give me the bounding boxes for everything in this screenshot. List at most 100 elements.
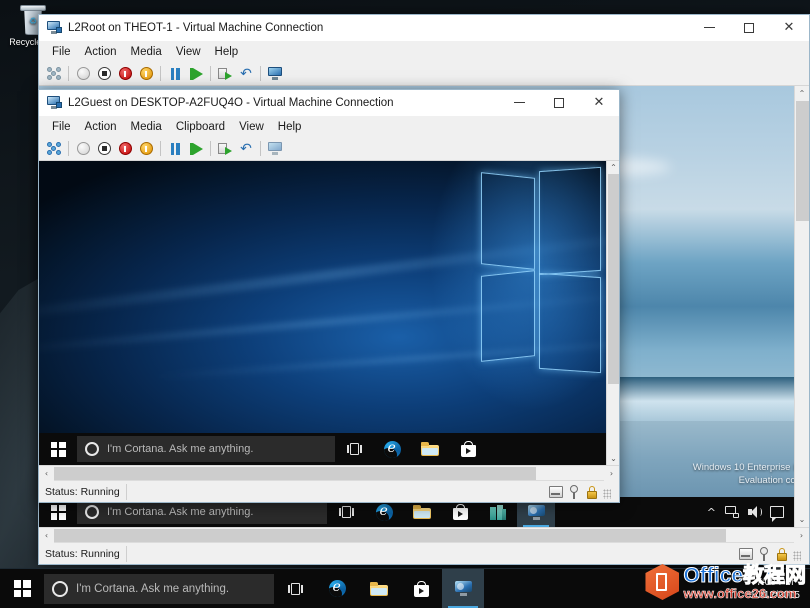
inner-titlebar[interactable]: L2Guest on DESKTOP-A2FUQ4O - Virtual Mac… [39, 90, 619, 116]
edge-icon [383, 440, 401, 458]
scroll-left-button[interactable]: ‹ [39, 527, 54, 543]
outer-minimize-button[interactable] [689, 15, 729, 40]
inner-menu-action[interactable]: Action [78, 119, 124, 135]
scroll-down-button[interactable]: ⌄ [794, 512, 809, 527]
outer-menu-view[interactable]: View [169, 44, 208, 60]
watermark-line-1: Windows 10 Enterprise In [692, 462, 801, 473]
inner-menu-view[interactable]: View [232, 119, 271, 135]
inner-maximize-button[interactable] [539, 90, 579, 115]
ctrl-alt-delete-icon[interactable] [44, 64, 64, 84]
outer-menu-media[interactable]: Media [124, 44, 169, 60]
horizontal-scroll-thumb[interactable] [54, 467, 536, 480]
scroll-right-button[interactable]: › [794, 527, 809, 543]
screen-resolution-icon[interactable] [549, 485, 563, 499]
start-icon[interactable] [73, 139, 93, 159]
outer-menu-file[interactable]: File [45, 44, 78, 60]
turn-off-icon[interactable] [115, 64, 135, 84]
vertical-scroll-thumb[interactable] [796, 101, 809, 221]
taskbar-edge-button[interactable] [373, 433, 411, 465]
reset-icon[interactable] [136, 64, 156, 84]
outer-vertical-scrollbar[interactable]: ⌃ ⌄ [794, 86, 809, 527]
inner-horizontal-scrollbar[interactable]: ‹ › [39, 465, 619, 481]
inner-menu-help[interactable]: Help [271, 119, 309, 135]
inner-vm-video-area[interactable]: I'm Cortana. Ask me anything. ⌃ ⌄ [39, 161, 619, 465]
inner-menu-media[interactable]: Media [124, 119, 169, 135]
shut-down-icon[interactable] [94, 139, 114, 159]
resume-icon[interactable] [186, 139, 206, 159]
enhanced-session-icon[interactable] [265, 139, 285, 159]
taskbar-store-button[interactable] [449, 433, 487, 465]
outer-menu-help[interactable]: Help [208, 44, 246, 60]
host-taskbar[interactable]: I'm Cortana. Ask me anything. 7:08 PM 10… [0, 568, 810, 608]
checkpoint-icon[interactable] [215, 64, 235, 84]
taskbar-store-button[interactable] [400, 569, 442, 608]
host-clock[interactable]: 7:08 PM 10/12/2015 [750, 576, 810, 602]
inner-close-button[interactable]: ✕ [579, 90, 619, 115]
taskbar-file-explorer-button[interactable] [358, 569, 400, 608]
cortana-search-input[interactable]: I'm Cortana. Ask me anything. [77, 436, 335, 462]
lock-icon[interactable] [775, 547, 789, 561]
reset-icon[interactable] [136, 139, 156, 159]
outer-maximize-button[interactable] [729, 15, 769, 40]
inner-minimize-button[interactable] [499, 90, 539, 115]
resize-grip[interactable] [793, 550, 801, 561]
key-combination-icon[interactable] [757, 546, 771, 561]
taskbar-task-view-button[interactable] [274, 569, 316, 608]
revert-icon[interactable]: ↶ [236, 139, 256, 159]
outer-menubar[interactable]: File Action Media View Help [39, 41, 809, 62]
outer-close-button[interactable]: ✕ [769, 15, 809, 40]
key-combination-icon[interactable] [567, 484, 581, 499]
volume-icon[interactable] [748, 506, 762, 518]
resize-grip[interactable] [603, 488, 611, 499]
pause-icon[interactable] [165, 139, 185, 159]
outer-titlebar[interactable]: L2Root on THEOT-1 - Virtual Machine Conn… [39, 15, 809, 41]
start-icon[interactable] [73, 64, 93, 84]
inner-menu-file[interactable]: File [45, 119, 78, 135]
host-start-button[interactable] [0, 569, 44, 608]
outer-menu-action[interactable]: Action [78, 44, 124, 60]
scroll-up-button[interactable]: ⌃ [607, 161, 619, 174]
host-cortana-search-input[interactable]: I'm Cortana. Ask me anything. [44, 573, 274, 604]
turn-off-icon[interactable] [115, 139, 135, 159]
inner-menubar[interactable]: File Action Media Clipboard View Help [39, 116, 619, 137]
revert-icon[interactable]: ↶ [236, 64, 256, 84]
inner-guest-taskbar[interactable]: I'm Cortana. Ask me anything. [39, 433, 606, 465]
scroll-left-button[interactable]: ‹ [39, 465, 54, 481]
inner-toolbar[interactable]: ↶ [39, 137, 619, 161]
scroll-right-button[interactable]: › [604, 465, 619, 481]
taskbar-task-view-button[interactable] [335, 433, 373, 465]
scroll-up-button[interactable]: ⌃ [794, 86, 809, 101]
action-center-icon[interactable] [770, 506, 784, 522]
lock-icon[interactable] [585, 485, 599, 499]
show-hidden-icons-button[interactable]: ^ [707, 507, 716, 518]
cortana-search-input[interactable]: I'm Cortana. Ask me anything. [77, 500, 327, 524]
ctrl-alt-delete-icon[interactable] [44, 139, 64, 159]
pause-icon[interactable] [165, 64, 185, 84]
resume-icon[interactable] [186, 64, 206, 84]
taskbar-file-explorer-button[interactable] [411, 433, 449, 465]
host-desktop[interactable]: ♻ Recycle Bin L2Root on THEOT-1 - Virtua… [0, 0, 810, 608]
inner-vm-connection-window[interactable]: L2Guest on DESKTOP-A2FUQ4O - Virtual Mac… [38, 89, 620, 503]
store-icon [452, 504, 468, 520]
vm-connection-icon [47, 21, 62, 34]
edge-icon [375, 503, 393, 521]
shut-down-icon[interactable] [94, 64, 114, 84]
cortana-placeholder: I'm Cortana. Ask me anything. [76, 582, 230, 595]
inner-menu-clipboard[interactable]: Clipboard [169, 119, 232, 135]
outer-toolbar[interactable]: ↶ [39, 62, 809, 86]
statusbar-separator [125, 483, 127, 500]
inner-vertical-scrollbar[interactable]: ⌃ ⌄ [606, 161, 619, 465]
outer-horizontal-scrollbar[interactable]: ‹ › [39, 527, 809, 543]
start-button[interactable] [39, 433, 77, 465]
scroll-down-button[interactable]: ⌄ [607, 452, 619, 465]
inner-status-indicators [549, 484, 619, 499]
vertical-scroll-thumb[interactable] [608, 174, 619, 384]
horizontal-scroll-thumb[interactable] [54, 529, 726, 542]
checkpoint-icon[interactable] [215, 139, 235, 159]
network-icon[interactable] [725, 506, 739, 518]
taskbar-edge-button[interactable] [316, 569, 358, 608]
edge-icon [328, 580, 346, 597]
screen-resolution-icon[interactable] [739, 547, 753, 561]
enhanced-session-icon[interactable] [265, 64, 285, 84]
taskbar-vm-connection-button[interactable] [442, 569, 484, 608]
